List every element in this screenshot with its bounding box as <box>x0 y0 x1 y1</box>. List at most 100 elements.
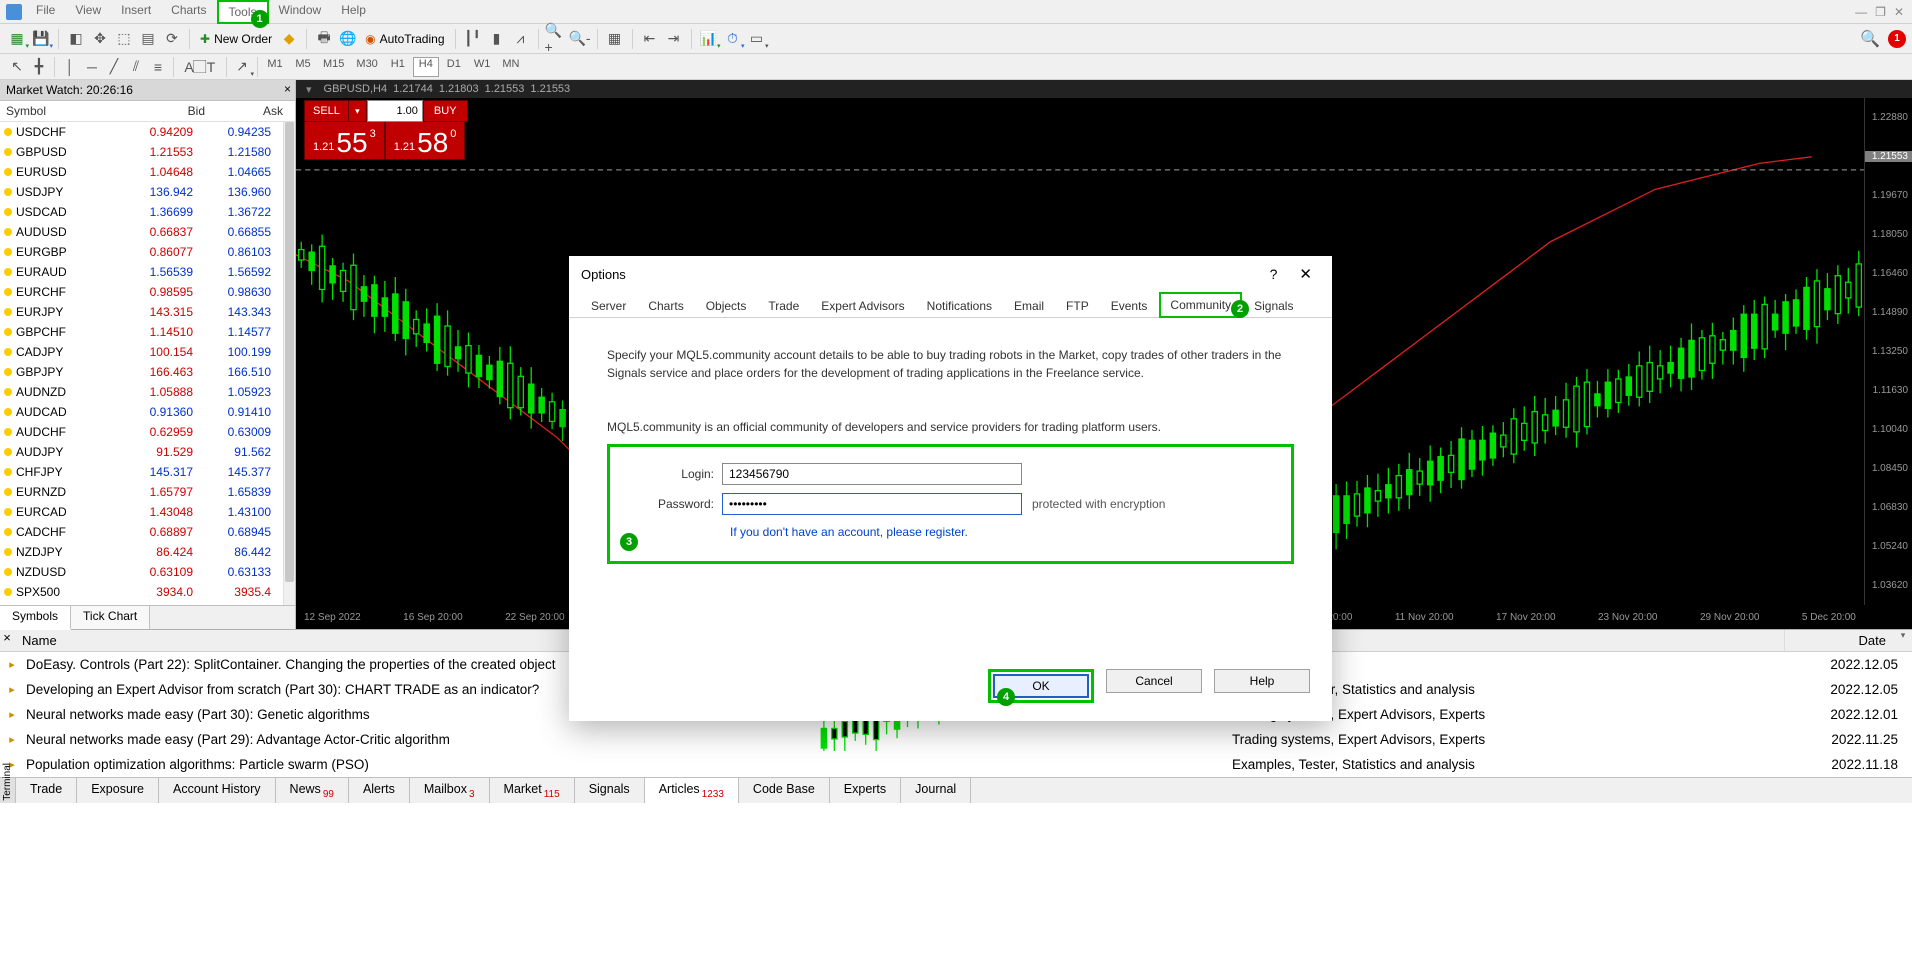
market-watch-row[interactable]: AUDCHF0.629590.63009 <box>0 422 283 442</box>
new-file-icon[interactable]: ▦ <box>6 28 28 50</box>
print-icon[interactable]: 🖶 <box>313 28 335 50</box>
crosshair2-icon[interactable]: ╋ <box>28 56 50 78</box>
shift-icon[interactable]: ⇤ <box>639 28 661 50</box>
market-watch-row[interactable]: AUDJPY91.52991.562 <box>0 442 283 462</box>
market-watch-row[interactable]: EURJPY143.315143.343 <box>0 302 283 322</box>
market-watch-row[interactable]: GBPCHF1.145101.14577 <box>0 322 283 342</box>
timeframe-d1[interactable]: D1 <box>441 57 467 77</box>
market-watch-row[interactable]: AUDNZD1.058881.05923 <box>0 382 283 402</box>
menu-view[interactable]: View <box>65 0 111 24</box>
market-watch-row[interactable]: EURCAD1.430481.43100 <box>0 502 283 522</box>
vline-icon[interactable]: │ <box>59 56 81 78</box>
market-watch-row[interactable]: USDCAD1.366991.36722 <box>0 202 283 222</box>
options-tab-ftp[interactable]: FTP <box>1056 294 1099 317</box>
mw-col-bid[interactable]: Bid <box>127 104 211 118</box>
save-icon[interactable]: 💾 <box>30 28 52 50</box>
market-watch-row[interactable]: EURUSD1.046481.04665 <box>0 162 283 182</box>
bar-chart-icon[interactable]: ┃╹ <box>462 28 484 50</box>
options-tab-email[interactable]: Email <box>1004 294 1054 317</box>
mw-col-symbol[interactable]: Symbol <box>0 104 127 118</box>
market-watch-row[interactable]: USDJPY136.942136.960 <box>0 182 283 202</box>
market-watch-row[interactable]: EURNZD1.657971.65839 <box>0 482 283 502</box>
window-tile-icon[interactable]: ▤ <box>137 28 159 50</box>
zoom-in-icon[interactable]: 🔍+ <box>545 28 567 50</box>
register-link[interactable]: If you don't have an account, please reg… <box>730 523 1271 541</box>
terminal-tab-alerts[interactable]: Alerts <box>349 778 410 803</box>
options-tab-objects[interactable]: Objects <box>696 294 757 317</box>
object-icon[interactable]: ⬚ <box>113 28 135 50</box>
timeframe-h4[interactable]: H4 <box>413 57 439 77</box>
market-watch-row[interactable]: CHFJPY145.317145.377 <box>0 462 283 482</box>
market-watch-row[interactable]: SPX5003934.03935.4 <box>0 582 283 602</box>
label-icon[interactable]: ⃞T <box>200 56 222 78</box>
cancel-button[interactable]: Cancel <box>1106 669 1202 693</box>
auto-scroll-icon[interactable]: ⇥ <box>663 28 685 50</box>
grid-icon[interactable]: ▦ <box>604 28 626 50</box>
tab-symbols[interactable]: Symbols <box>0 606 71 630</box>
market-watch-row[interactable]: GBPJPY166.463166.510 <box>0 362 283 382</box>
period-icon[interactable]: ⏱ <box>722 28 744 50</box>
arrows-icon[interactable]: ↗ <box>231 56 253 78</box>
search-icon[interactable]: 🔍 <box>1860 29 1880 49</box>
market-watch-row[interactable]: EURAUD1.565391.56592 <box>0 262 283 282</box>
market-watch-row[interactable]: NZDJPY86.42486.442 <box>0 542 283 562</box>
options-tab-events[interactable]: Events <box>1101 294 1158 317</box>
timeframe-mn[interactable]: MN <box>497 57 524 77</box>
line-chart-icon[interactable]: ⩘ <box>510 28 532 50</box>
market-watch-close-icon[interactable]: × <box>284 82 291 96</box>
menu-tools[interactable]: Tools1 <box>217 0 269 24</box>
market-watch-row[interactable]: NZDUSD0.631090.63133 <box>0 562 283 582</box>
window-restore-icon[interactable]: ❐ <box>1875 5 1886 19</box>
channel-icon[interactable]: ⫽ <box>125 56 147 78</box>
tab-tick-chart[interactable]: Tick Chart <box>71 606 150 629</box>
market-watch-scrollbar[interactable] <box>283 122 295 605</box>
password-input[interactable] <box>722 493 1022 515</box>
new-order-button[interactable]: ✚New Order <box>196 32 276 46</box>
window-close-icon[interactable]: ✕ <box>1894 5 1904 19</box>
dialog-close-icon[interactable]: ✕ <box>1291 265 1320 283</box>
options-tab-community[interactable]: Community2 <box>1159 292 1242 318</box>
meta-icon[interactable]: ◆ <box>278 28 300 50</box>
login-input[interactable] <box>722 463 1022 485</box>
terminal-tab-code-base[interactable]: Code Base <box>739 778 830 803</box>
hline-icon[interactable]: ─ <box>81 56 103 78</box>
timeframe-w1[interactable]: W1 <box>469 57 496 77</box>
sort-icon[interactable]: ▾ <box>1894 630 1912 651</box>
market-watch-row[interactable]: EURCHF0.985950.98630 <box>0 282 283 302</box>
timeframe-m5[interactable]: M5 <box>290 57 316 77</box>
terminal-close-icon[interactable]: × <box>0 630 14 651</box>
dialog-help-icon[interactable]: ? <box>1256 266 1292 282</box>
timeframe-m1[interactable]: M1 <box>262 57 288 77</box>
terminal-tab-experts[interactable]: Experts <box>830 778 901 803</box>
market-watch-row[interactable]: AUDUSD0.668370.66855 <box>0 222 283 242</box>
terminal-tab-signals[interactable]: Signals <box>575 778 645 803</box>
trendline-icon[interactable]: ╱ <box>103 56 125 78</box>
market-watch-row[interactable]: USDCHF0.942090.94235 <box>0 122 283 142</box>
candle-chart-icon[interactable]: ▮ <box>486 28 508 50</box>
terminal-tab-news[interactable]: News99 <box>276 778 349 803</box>
zoom-out-icon[interactable]: 🔍- <box>569 28 591 50</box>
options-tab-charts[interactable]: Charts <box>638 294 693 317</box>
menu-window[interactable]: Window <box>269 0 332 24</box>
article-row[interactable]: ▸Population optimization algorithms: Par… <box>0 752 1912 777</box>
window-minimize-icon[interactable]: — <box>1855 5 1867 19</box>
terminal-tab-market[interactable]: Market115 <box>490 778 575 803</box>
options-tab-trade[interactable]: Trade <box>758 294 809 317</box>
options-tab-signals[interactable]: Signals <box>1244 294 1303 317</box>
fib-icon[interactable]: ≡ <box>147 56 169 78</box>
terminal-tab-journal[interactable]: Journal <box>901 778 971 803</box>
timeframe-h1[interactable]: H1 <box>385 57 411 77</box>
autotrading-button[interactable]: ◉AutoTrading <box>361 32 448 46</box>
market-watch-row[interactable]: CADJPY100.154100.199 <box>0 342 283 362</box>
template-icon[interactable]: ◧ <box>65 28 87 50</box>
help-button[interactable]: Help <box>1214 669 1310 693</box>
terminal-tab-trade[interactable]: Trade <box>16 778 77 803</box>
market-watch-row[interactable]: EURGBP0.860770.86103 <box>0 242 283 262</box>
text-icon[interactable]: A <box>178 56 200 78</box>
options-tab-expert-advisors[interactable]: Expert Advisors <box>811 294 914 317</box>
menu-help[interactable]: Help <box>331 0 376 24</box>
market-watch-row[interactable]: CADCHF0.688970.68945 <box>0 522 283 542</box>
terminal-tab-exposure[interactable]: Exposure <box>77 778 159 803</box>
menu-insert[interactable]: Insert <box>111 0 161 24</box>
timeframe-m15[interactable]: M15 <box>318 57 349 77</box>
